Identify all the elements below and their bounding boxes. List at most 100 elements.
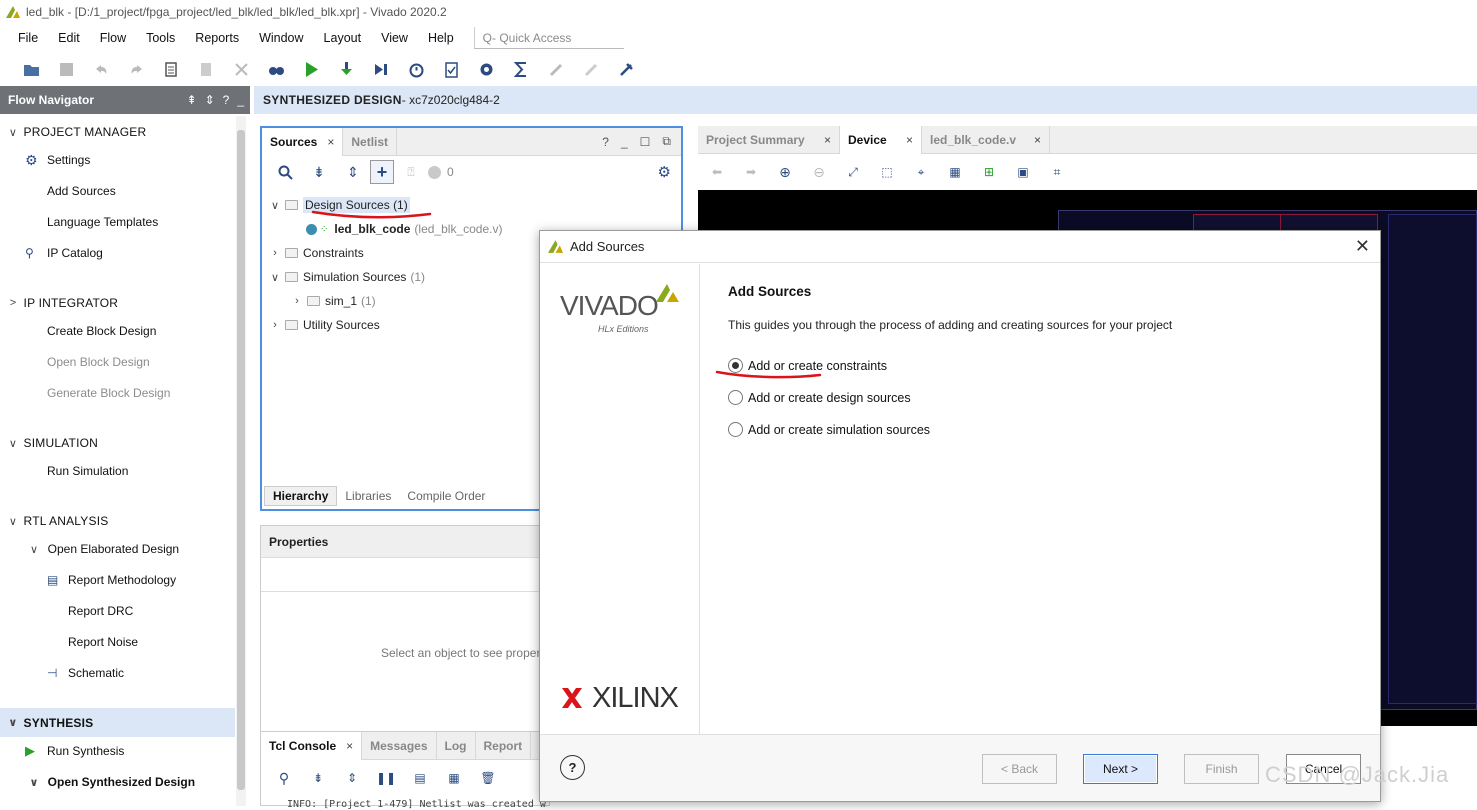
find-button[interactable]: [259, 55, 294, 83]
grid-button[interactable]: ▦: [938, 160, 972, 184]
maximize-icon[interactable]: ☐: [640, 135, 651, 149]
nav-section-project-manager[interactable]: ∨ PROJECT MANAGER: [6, 119, 146, 145]
zoom-area-button[interactable]: ⬚: [870, 160, 904, 184]
radio-add-design-sources[interactable]: Add or create design sources: [728, 390, 911, 405]
tree-simulation-sources[interactable]: ∨ Simulation Sources (1): [268, 266, 425, 288]
nav-section-rtl-analysis[interactable]: ∨ RTL ANALYSIS: [6, 508, 108, 534]
menu-window[interactable]: Window: [259, 31, 303, 45]
close-icon[interactable]: ✕: [1355, 236, 1370, 257]
finish-button[interactable]: Finish: [1184, 754, 1259, 784]
paste-button[interactable]: [189, 55, 224, 83]
expand-all-button[interactable]: ⇕: [336, 160, 370, 184]
help-icon[interactable]: ?: [223, 93, 230, 107]
quick-access-search[interactable]: Q- Quick Access: [473, 27, 624, 49]
properties-button[interactable]: ⍰: [394, 160, 428, 184]
nav-section-simulation[interactable]: ∨ SIMULATION: [6, 430, 98, 456]
save-button[interactable]: [49, 55, 84, 83]
program-device-button[interactable]: [329, 55, 364, 83]
route-button[interactable]: ⌗: [1040, 160, 1074, 184]
navigator-scrollbar[interactable]: [236, 116, 246, 806]
debug-button[interactable]: [609, 55, 644, 83]
nav-item-add-sources[interactable]: Add Sources: [47, 178, 116, 204]
sources-settings-button[interactable]: ⚙: [658, 163, 671, 181]
run-button[interactable]: [294, 55, 329, 83]
menu-reports[interactable]: Reports: [195, 31, 239, 45]
nav-item-create-block-design[interactable]: Create Block Design: [47, 318, 156, 344]
tab-report[interactable]: Report: [476, 732, 532, 760]
report-button[interactable]: [434, 55, 469, 83]
help-icon[interactable]: ?: [602, 135, 609, 149]
help-button[interactable]: ?: [560, 755, 585, 780]
menu-view[interactable]: View: [381, 31, 408, 45]
tab-compile-order[interactable]: Compile Order: [399, 489, 493, 503]
expand-icon[interactable]: ⇕: [205, 93, 215, 107]
forward-arrow-button[interactable]: ➡: [734, 160, 768, 184]
scrollbar-thumb[interactable]: [237, 130, 245, 790]
copy-button[interactable]: [154, 55, 189, 83]
nav-item-settings[interactable]: ⚙ Settings: [25, 147, 90, 173]
close-icon[interactable]: ×: [1034, 133, 1041, 147]
sum-button[interactable]: [504, 55, 539, 83]
tab-project-summary[interactable]: Project Summary ×: [698, 126, 840, 154]
back-arrow-button[interactable]: ⬅: [700, 160, 734, 184]
zoom-in-button[interactable]: ⊕: [768, 160, 802, 184]
tcl-copy-button[interactable]: ▤: [403, 766, 437, 790]
timer-button[interactable]: [399, 55, 434, 83]
tab-tcl-console[interactable]: Tcl Console ×: [261, 732, 363, 760]
tcl-expand-button[interactable]: ⇕: [335, 766, 369, 790]
step-button[interactable]: [364, 55, 399, 83]
add-sources-button[interactable]: +: [370, 160, 394, 184]
tab-netlist[interactable]: Netlist: [343, 128, 398, 156]
minimize-icon[interactable]: _: [621, 135, 628, 149]
collapse-all-button[interactable]: ⇟: [302, 160, 336, 184]
minimize-icon[interactable]: _: [237, 93, 244, 107]
nav-item-run-synthesis[interactable]: ▶ Run Synthesis: [25, 738, 124, 764]
close-icon[interactable]: ×: [906, 133, 913, 147]
back-button[interactable]: < Back: [982, 754, 1057, 784]
nav-item-schematic[interactable]: ⊣ Schematic: [47, 660, 124, 686]
select-button[interactable]: ▣: [1006, 160, 1040, 184]
collapse-all-icon[interactable]: ⇞: [187, 93, 197, 107]
redo-button[interactable]: [119, 55, 154, 83]
menu-help[interactable]: Help: [428, 31, 454, 45]
tree-constraints[interactable]: › Constraints: [268, 242, 364, 264]
radio-add-simulation-sources[interactable]: Add or create simulation sources: [728, 422, 930, 437]
nav-item-report-methodology[interactable]: ▤ Report Methodology: [47, 567, 176, 593]
tcl-clear-button[interactable]: 🗑: [471, 766, 505, 790]
menu-layout[interactable]: Layout: [324, 31, 362, 45]
target-button[interactable]: ⌖: [904, 160, 938, 184]
nav-item-open-synthesized-design[interactable]: ∨ Open Synthesized Design: [27, 769, 196, 795]
tab-device[interactable]: Device ×: [840, 126, 922, 154]
nav-item-ip-catalog[interactable]: ⚲ IP Catalog: [25, 240, 103, 266]
delete-button[interactable]: [224, 55, 259, 83]
tcl-collapse-button[interactable]: ⇟: [301, 766, 335, 790]
zoom-out-button[interactable]: ⊖: [802, 160, 836, 184]
menu-flow[interactable]: Flow: [100, 31, 126, 45]
nav-item-report-noise[interactable]: Report Noise: [68, 629, 138, 655]
nav-item-generate-block-design[interactable]: Generate Block Design: [47, 380, 170, 406]
menu-edit[interactable]: Edit: [58, 31, 80, 45]
zoom-fit-button[interactable]: ⤢: [836, 160, 870, 184]
tab-log[interactable]: Log: [437, 732, 476, 760]
nav-section-synthesis[interactable]: ∨ SYNTHESIS: [0, 708, 235, 737]
disabled-tool-button-2[interactable]: [574, 55, 609, 83]
nav-item-open-elaborated-design[interactable]: ∨ Open Elaborated Design: [27, 536, 179, 562]
float-icon[interactable]: ⧉: [662, 134, 671, 149]
nav-item-open-block-design[interactable]: Open Block Design: [47, 349, 150, 375]
tab-hierarchy[interactable]: Hierarchy: [264, 486, 338, 506]
nav-item-report-drc[interactable]: Report DRC: [68, 598, 133, 624]
search-button[interactable]: [268, 160, 302, 184]
tcl-search-button[interactable]: ⚲: [267, 766, 301, 790]
disabled-tool-button[interactable]: [539, 55, 574, 83]
tab-sources[interactable]: Sources ×: [262, 128, 344, 156]
tcl-pause-button[interactable]: ❚❚: [369, 766, 403, 790]
close-icon[interactable]: ×: [327, 135, 334, 149]
tab-led-blk-code-v[interactable]: led_blk_code.v ×: [922, 126, 1050, 154]
menu-file[interactable]: File: [18, 31, 38, 45]
tcl-table-button[interactable]: ▦: [437, 766, 471, 790]
next-button[interactable]: Next >: [1083, 754, 1158, 784]
settings-button[interactable]: [469, 55, 504, 83]
close-icon[interactable]: ×: [346, 739, 353, 753]
undo-button[interactable]: [84, 55, 119, 83]
close-icon[interactable]: ×: [824, 133, 831, 147]
